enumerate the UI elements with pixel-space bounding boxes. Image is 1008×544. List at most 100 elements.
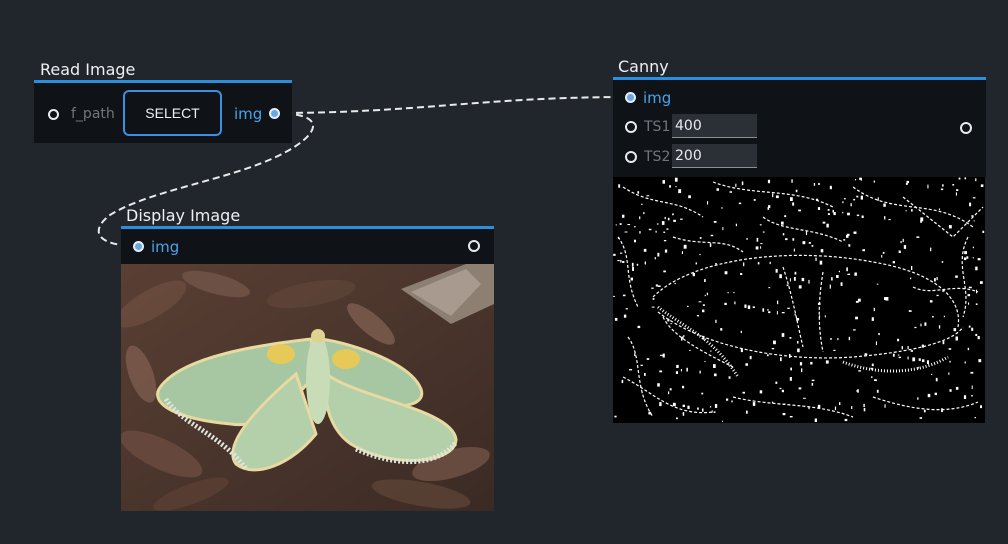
edge-pixel: [795, 189, 798, 193]
edge-pixel: [968, 286, 972, 289]
ts2-input[interactable]: [672, 144, 757, 168]
edge-pixel: [802, 241, 806, 245]
edge-pixel: [792, 202, 795, 206]
edge-pixel: [686, 367, 688, 372]
edge-pixel: [716, 188, 719, 191]
ts2-input-port-icon[interactable]: [625, 151, 637, 163]
edge-pixel: [914, 326, 917, 329]
edge-pixel: [689, 349, 691, 351]
edge-pixel: [706, 292, 708, 296]
ts1-input-port-icon[interactable]: [625, 121, 637, 133]
edge-pixel: [688, 195, 691, 199]
edge-pixel: [702, 408, 704, 412]
edge-pixel: [634, 239, 636, 243]
edge-pixel: [942, 290, 944, 292]
edge-pixel: [627, 224, 631, 226]
edge-pixel: [661, 221, 665, 225]
node-title: Canny: [618, 57, 669, 76]
edge-pixel: [714, 404, 718, 408]
edge-pixel: [622, 261, 625, 263]
edge-pixel: [977, 258, 981, 261]
edge-pixel: [864, 353, 868, 356]
edge-pixel: [942, 341, 945, 345]
edge-pixel: [791, 179, 793, 183]
edge-pixel: [979, 281, 983, 284]
edge-pixel: [814, 418, 817, 422]
node-title: Read Image: [40, 60, 136, 79]
select-file-button[interactable]: SELECT: [123, 90, 222, 136]
edge-pixel: [666, 228, 669, 230]
edge-pixel: [651, 287, 654, 289]
edge-pixel: [949, 360, 951, 363]
edge-pixel: [741, 181, 744, 186]
edge-pixel: [722, 227, 724, 231]
edge-pixel: [829, 284, 831, 289]
edge-pixel: [917, 397, 919, 400]
img-output-port-icon[interactable]: [269, 108, 280, 119]
edge-pixel: [924, 322, 927, 326]
edge-pixel: [902, 238, 904, 243]
edge-pixel: [885, 297, 889, 301]
edge-pixel: [955, 386, 959, 390]
edge-pixel: [639, 216, 641, 220]
edge-pixel: [738, 202, 742, 205]
edge-pixel: [836, 275, 839, 278]
edge-pixel: [905, 183, 908, 185]
img-input-label: img: [643, 89, 672, 107]
edge-pixel: [844, 418, 848, 422]
edge-pixel: [855, 316, 858, 320]
edge-pixel: [756, 237, 759, 242]
edge-pixel: [697, 407, 699, 410]
read-image-node[interactable]: Read Image f_path SELECT img: [34, 60, 292, 145]
edge-pixel: [743, 262, 745, 267]
edge-pixel: [625, 308, 628, 310]
edge-pixel: [662, 353, 665, 358]
display-image-node[interactable]: Display Image img: [121, 206, 494, 511]
edge-pixel: [789, 416, 793, 418]
edge-pixel: [780, 357, 782, 362]
edge-pixel: [618, 184, 621, 188]
edge-pixel: [884, 216, 886, 220]
edge-pixel: [711, 410, 713, 413]
edge-pixel: [779, 274, 782, 279]
ts1-input[interactable]: [672, 114, 757, 138]
edge-pixel: [790, 197, 793, 201]
edge-pixel: [692, 273, 695, 277]
edge-pixel: [871, 363, 874, 367]
edge-pixel: [952, 184, 955, 186]
output-port-icon[interactable]: [960, 122, 972, 134]
edge-pixel: [629, 369, 632, 371]
edge-pixel: [630, 277, 633, 281]
edge-pixel: [860, 195, 863, 200]
edge-pixel: [916, 236, 920, 238]
edge-pixel: [715, 263, 717, 265]
canny-node[interactable]: Canny img TS1 TS2: [613, 57, 986, 424]
img-input-port-icon[interactable]: [133, 241, 144, 252]
edge-pixel: [910, 277, 912, 280]
edge-pixel: [825, 360, 829, 364]
edge-pixel: [672, 213, 674, 216]
edge-pixel: [704, 279, 706, 282]
f-path-input-port-icon[interactable]: [48, 109, 59, 120]
edge-pixel: [634, 226, 636, 228]
img-input-port-icon[interactable]: [625, 92, 636, 103]
output-port-icon[interactable]: [468, 240, 480, 252]
edge-pixel: [818, 315, 821, 318]
edge-pixel: [781, 312, 785, 314]
edge-pixel: [640, 364, 643, 366]
edge-pixel: [617, 260, 620, 262]
edge-pixel: [842, 211, 844, 214]
edge-pixel: [803, 397, 806, 399]
edge-pixel: [760, 246, 762, 249]
edge-pixel: [874, 379, 877, 381]
edge-pixel: [827, 209, 830, 211]
edge-pixel: [726, 398, 729, 401]
edge-pixel: [644, 373, 646, 376]
edge-pixel: [768, 311, 771, 314]
edge-pixel: [882, 251, 885, 254]
edge-pixel: [843, 239, 846, 241]
edge-pixel: [978, 359, 982, 363]
edge-pixel: [822, 221, 826, 224]
edge-pixel: [676, 364, 679, 368]
edge-pixel: [646, 195, 650, 197]
